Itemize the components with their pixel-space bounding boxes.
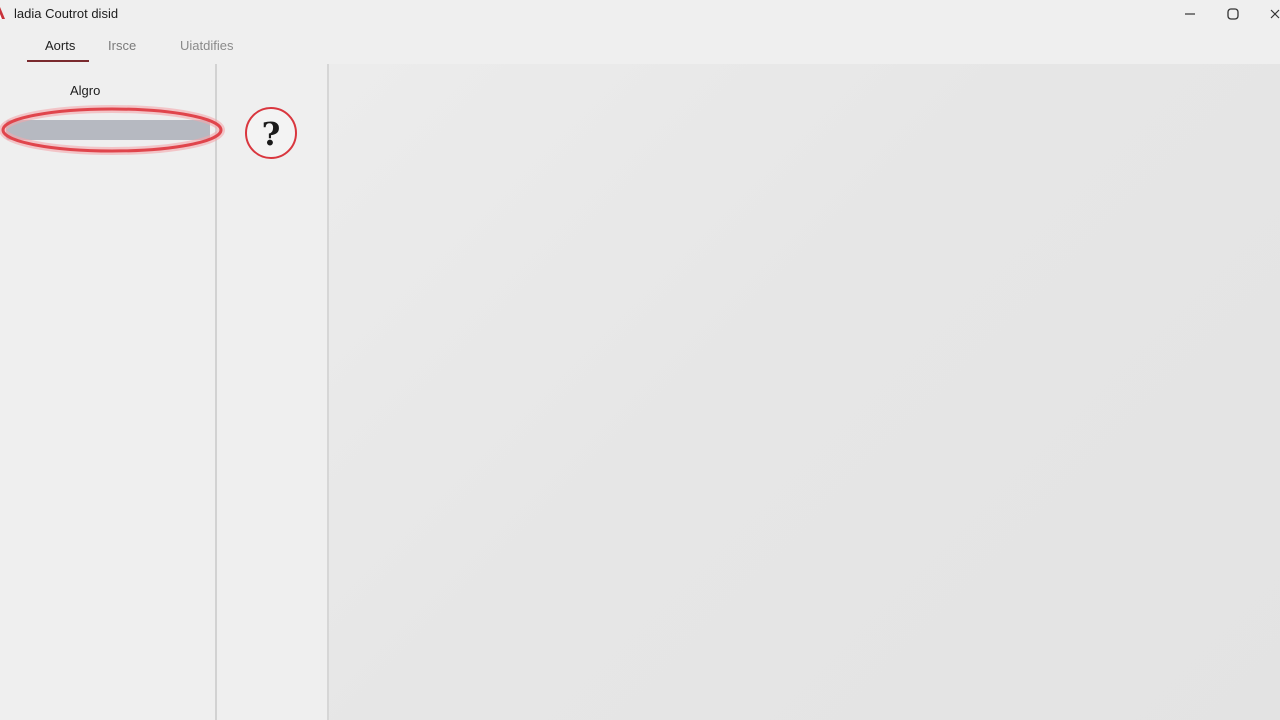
question-mark-icon: ?: [261, 115, 281, 153]
tab-aorts[interactable]: Aorts: [45, 38, 75, 53]
minimize-icon: [1185, 13, 1195, 15]
title-bar: ladia Coutrot disid: [0, 0, 1280, 28]
maximize-button[interactable]: [1218, 4, 1248, 24]
middle-panel: [217, 64, 327, 720]
app-logo-icon: [0, 7, 5, 19]
maximize-icon: [1227, 8, 1239, 20]
tab-uiatdifies[interactable]: Uiatdifies: [180, 38, 233, 53]
tab-bar: Aorts Irsce Uiatdifies: [0, 28, 1280, 64]
sidebar-selected-item[interactable]: [6, 120, 210, 140]
tab-irsce[interactable]: Irsce: [108, 38, 136, 53]
minimize-button[interactable]: [1175, 4, 1205, 24]
active-tab-indicator: [27, 60, 89, 62]
sidebar-section-label: Algro: [70, 83, 101, 98]
window-title: ladia Coutrot disid: [14, 6, 119, 21]
close-button[interactable]: [1260, 4, 1280, 24]
help-button[interactable]: ?: [245, 107, 297, 159]
main-content-area: [329, 64, 1280, 720]
left-panel: [0, 64, 215, 720]
close-icon: [1270, 9, 1280, 19]
